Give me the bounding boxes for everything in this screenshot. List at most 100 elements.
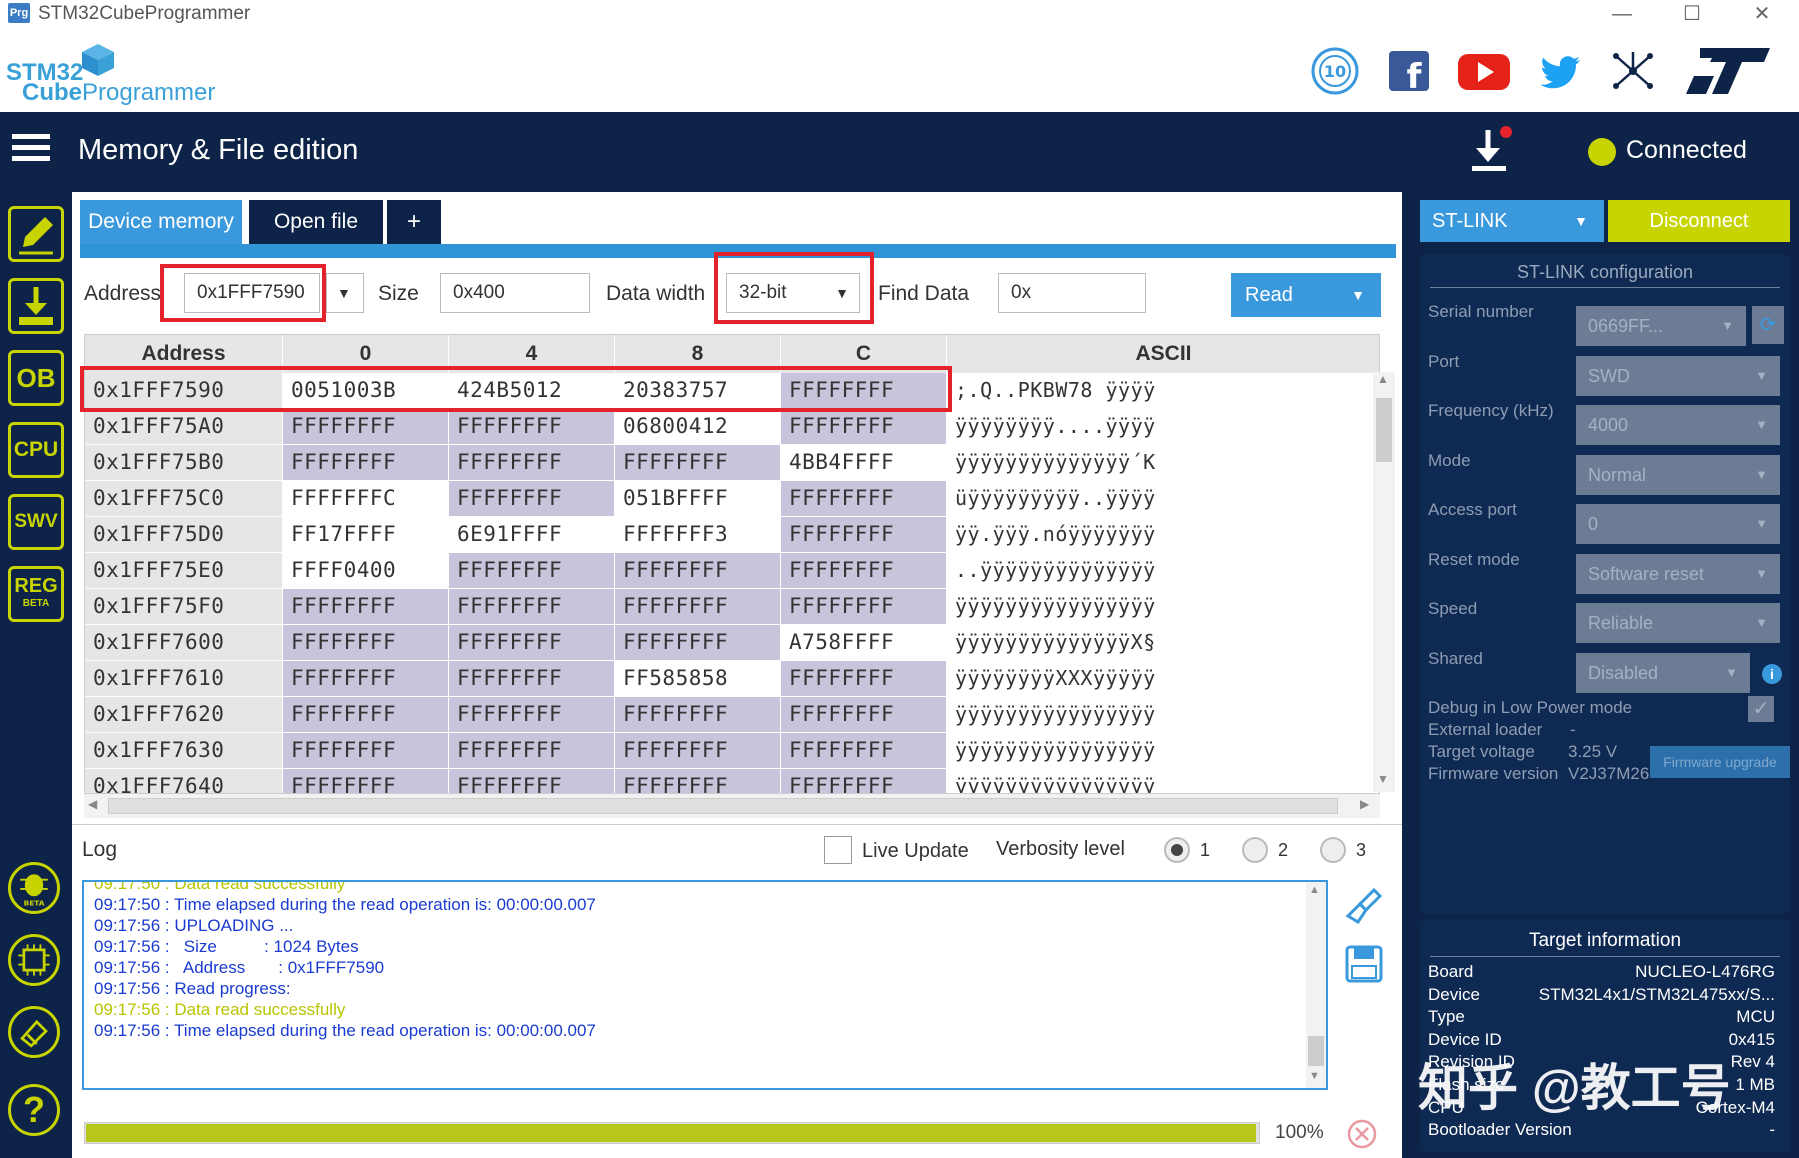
cell-value[interactable]: FFFFFFFC	[283, 481, 448, 516]
config-select[interactable]: SWD ▼	[1576, 355, 1780, 396]
log-output[interactable]: 09:17:50 : Data read successfully 09:17:5…	[82, 880, 1328, 1090]
refresh-serial-icon[interactable]: ⟳	[1752, 306, 1784, 344]
verbosity-radio-1[interactable]	[1164, 837, 1190, 863]
cell-value[interactable]: FFFFFFFF	[615, 733, 780, 768]
table-vertical-scrollbar[interactable]: ▲ ▼	[1373, 372, 1395, 792]
address-dropdown-icon[interactable]: ▼	[326, 273, 364, 313]
size-input[interactable]: 0x400	[440, 273, 590, 313]
tab-open-file[interactable]: Open file	[249, 200, 383, 244]
cell-value[interactable]: FFFFFFFF	[781, 409, 946, 444]
scroll-left-icon[interactable]: ◀	[88, 797, 97, 811]
cell-value[interactable]: FFFFFFFF	[449, 769, 614, 793]
scroll-up-icon[interactable]: ▲	[1377, 372, 1389, 386]
cell-value[interactable]: FF17FFFF	[283, 517, 448, 552]
cell-value[interactable]: FFFFFFFF	[781, 481, 946, 516]
sidebar-option-bytes[interactable]: OB	[8, 350, 64, 406]
firmware-upgrade-button[interactable]: Firmware upgrade	[1650, 746, 1790, 778]
cell-value[interactable]: FFFFFFFF	[283, 697, 448, 732]
scroll-down-icon[interactable]: ▼	[1377, 772, 1389, 786]
sidebar-help-icon[interactable]: ?	[8, 1084, 60, 1136]
config-select[interactable]: 0669FF... ▼	[1576, 306, 1746, 346]
cell-ascii[interactable]: ÿÿÿÿÿÿÿÿÿÿÿÿÿÿÿÿ	[947, 589, 1379, 624]
cell-value[interactable]: FFFFFFFF	[283, 625, 448, 660]
sidebar-beta-bug-icon[interactable]: BETA	[8, 862, 60, 914]
sidebar-cpu[interactable]: CPU	[8, 422, 64, 478]
cell-ascii[interactable]: ÿÿÿÿÿÿÿÿÿÿÿÿÿÿX§	[947, 625, 1379, 660]
log-scrollbar[interactable]: ▲ ▼	[1306, 882, 1326, 1088]
config-select[interactable]: 0 ▼	[1576, 504, 1780, 544]
cell-value[interactable]: 051BFFFF	[615, 481, 780, 516]
download-icon[interactable]	[1466, 124, 1514, 178]
save-log-icon[interactable]	[1344, 944, 1384, 984]
cell-value[interactable]: FFFFFFFF	[283, 733, 448, 768]
cell-value[interactable]: FFFFFFFF	[449, 445, 614, 480]
tab-add[interactable]: +	[387, 200, 441, 244]
network-share-icon[interactable]	[1608, 46, 1658, 96]
cell-value[interactable]: FFFFFFFF	[449, 589, 614, 624]
cell-ascii[interactable]: ÿÿÿÿÿÿÿÿÿÿÿÿÿÿÿÿ	[947, 769, 1379, 793]
maximize-button[interactable]: ☐	[1662, 0, 1722, 28]
verbosity-radio-2[interactable]	[1242, 837, 1268, 863]
close-window-button[interactable]: ✕	[1732, 0, 1792, 28]
cancel-operation-icon[interactable]	[1346, 1118, 1378, 1150]
anniversary-badge-icon[interactable]: 10	[1310, 46, 1360, 96]
cell-value[interactable]: 06800412	[615, 409, 780, 444]
tab-device-memory[interactable]: Device memory	[80, 200, 242, 244]
cell-ascii[interactable]: ÿÿÿÿÿÿÿÿÿÿÿÿÿÿ´K	[947, 445, 1379, 480]
cell-value[interactable]: FFFFFFFF	[283, 661, 448, 696]
cell-value[interactable]: FFFFFFFF	[283, 445, 448, 480]
cell-value[interactable]: FFFFFFFF	[449, 733, 614, 768]
cell-value[interactable]: FFFFFFFF	[781, 697, 946, 732]
cell-ascii[interactable]: ÿÿÿÿÿÿÿÿXXXÿÿÿÿÿ	[947, 661, 1379, 696]
log-scroll-thumb[interactable]	[1308, 1036, 1324, 1066]
hamburger-menu-icon[interactable]	[12, 130, 52, 170]
config-select[interactable]: Normal ▼	[1576, 454, 1780, 495]
cell-ascii[interactable]: ÿÿÿÿÿÿÿÿÿÿÿÿÿÿÿÿ	[947, 697, 1379, 732]
cell-ascii[interactable]: üÿÿÿÿÿÿÿÿÿ..ÿÿÿÿ	[947, 481, 1379, 516]
verbosity-radio-3[interactable]	[1320, 837, 1346, 863]
config-select[interactable]: 4000 ▼	[1576, 405, 1780, 445]
cell-value[interactable]: FFFFFFFF	[615, 769, 780, 793]
twitter-icon[interactable]	[1536, 46, 1586, 96]
probe-select[interactable]: ST-LINK ▼	[1420, 200, 1604, 242]
config-select[interactable]: Software reset ▼	[1576, 553, 1780, 594]
data-width-select[interactable]: 32-bit ▼	[726, 273, 860, 313]
cell-value[interactable]: FFFFFFFF	[449, 409, 614, 444]
cell-value[interactable]: FFFF0400	[283, 553, 448, 588]
sidebar-download-icon[interactable]	[8, 278, 64, 334]
live-update-checkbox[interactable]	[824, 836, 852, 864]
cell-value[interactable]: FFFFFFFF	[781, 733, 946, 768]
cell-value[interactable]: FFFFFFFF	[781, 589, 946, 624]
sidebar-memory-edit-icon[interactable]	[8, 206, 64, 262]
cell-value[interactable]: 4BB4FFFF	[781, 445, 946, 480]
youtube-icon[interactable]	[1456, 46, 1512, 96]
cell-value[interactable]: FFFFFFFF	[449, 481, 614, 516]
disconnect-button[interactable]: Disconnect	[1608, 200, 1790, 242]
cell-value[interactable]: FFFFFFFF	[283, 589, 448, 624]
facebook-icon[interactable]: f	[1384, 46, 1434, 96]
cell-value[interactable]: FFFFFFFF	[615, 625, 780, 660]
cell-value[interactable]: FFFFFFFF	[781, 661, 946, 696]
address-input[interactable]: 0x1FFF7590	[184, 273, 320, 313]
sidebar-chip-icon[interactable]	[8, 934, 60, 986]
cell-value[interactable]: FFFFFFFF	[449, 661, 614, 696]
st-logo-icon[interactable]: ST	[1680, 44, 1772, 98]
find-data-input[interactable]: 0x	[998, 273, 1146, 313]
cell-value[interactable]: FFFFFFFF	[781, 517, 946, 552]
cell-value[interactable]: FFFFFFFF	[615, 589, 780, 624]
cell-value[interactable]: FFFFFFFF	[781, 553, 946, 588]
cell-ascii[interactable]: ;.Q..PKBW78 ÿÿÿÿ	[947, 373, 1379, 408]
sidebar-swv[interactable]: SWV	[8, 494, 64, 550]
debug-low-power-checkbox[interactable]: ✓	[1748, 696, 1774, 722]
table-horizontal-scrollbar[interactable]: ◀ ▶	[84, 794, 1380, 818]
config-select[interactable]: Disabled ▼	[1576, 652, 1750, 693]
cell-ascii[interactable]: ÿÿÿÿÿÿÿÿÿÿÿÿÿÿÿÿ	[947, 733, 1379, 768]
cell-value[interactable]: FFFFFFFF	[449, 625, 614, 660]
log-scroll-up-icon[interactable]: ▲	[1309, 884, 1320, 896]
log-scroll-down-icon[interactable]: ▼	[1309, 1070, 1320, 1082]
cell-ascii[interactable]: ÿÿÿÿÿÿÿÿ....ÿÿÿÿ	[947, 409, 1379, 444]
cell-value[interactable]: FFFFFFFF	[283, 769, 448, 793]
cell-value[interactable]: FFFFFFFF	[781, 769, 946, 793]
read-dropdown-icon[interactable]: ▼	[1351, 273, 1365, 317]
horizontal-scroll-thumb[interactable]	[108, 798, 1338, 814]
